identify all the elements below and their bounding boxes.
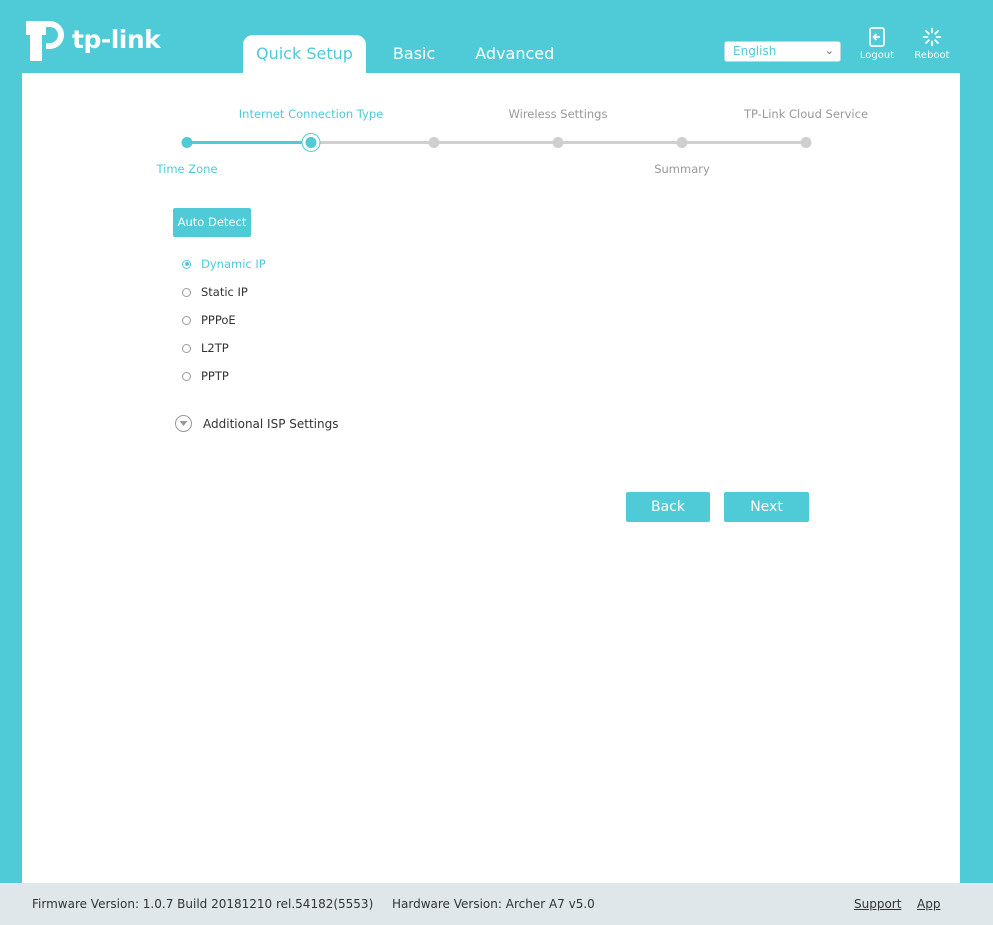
step-dot-wireless-settings — [428, 137, 440, 148]
firmware-version: Firmware Version: 1.0.7 Build 20181210 r… — [32, 897, 374, 911]
reboot-button[interactable]: Reboot — [912, 26, 952, 61]
step-label-internet-connection-type: Internet Connection Type — [238, 107, 384, 121]
radio-indicator — [182, 315, 191, 325]
step-label-time-zone: Time Zone — [156, 162, 218, 176]
step-label-wireless-settings: Wireless Settings — [508, 107, 608, 121]
radio-pppoe[interactable]: PPPoE — [182, 306, 266, 334]
setup-progress: Time Zone Internet Connection Type Wirel… — [22, 73, 960, 193]
tab-quick-setup[interactable]: Quick Setup — [243, 35, 366, 73]
language-selected-value: English — [733, 44, 777, 58]
radio-indicator — [182, 287, 191, 297]
radio-indicator — [182, 371, 191, 381]
radio-static-ip[interactable]: Static IP — [182, 278, 266, 306]
brand-name: tp-link — [72, 24, 161, 54]
footer: Firmware Version: 1.0.7 Build 20181210 r… — [0, 883, 993, 925]
additional-isp-settings-toggle[interactable]: Additional ISP Settings — [175, 415, 338, 432]
step-dot-summary — [676, 137, 688, 148]
additional-isp-settings-label: Additional ISP Settings — [203, 416, 339, 431]
reboot-icon — [912, 26, 952, 48]
tp-link-logo: tp-link — [22, 15, 161, 63]
tp-link-logo-icon — [26, 21, 64, 61]
tab-advanced[interactable]: Advanced — [462, 35, 567, 73]
next-button[interactable]: Next — [724, 492, 809, 522]
radio-dynamic-ip[interactable]: Dynamic IP — [182, 250, 266, 278]
logout-icon — [857, 26, 897, 48]
reboot-label: Reboot — [914, 50, 950, 61]
radio-indicator — [182, 259, 191, 269]
progress-track-done — [187, 141, 311, 144]
logout-label: Logout — [859, 50, 895, 61]
logout-button[interactable]: Logout — [857, 26, 897, 61]
radio-label: L2TP — [201, 341, 229, 355]
step-dot-cloud-service — [800, 137, 812, 148]
connection-type-options: Dynamic IP Static IP PPPoE L2TP PPTP — [182, 250, 266, 390]
radio-label: Static IP — [201, 285, 248, 299]
radio-label: Dynamic IP — [201, 257, 266, 271]
support-link[interactable]: Support — [854, 897, 901, 911]
radio-label: PPPoE — [201, 313, 236, 327]
step-label-cloud-service: TP-Link Cloud Service — [743, 107, 869, 121]
step-dot-internet-connection-type — [302, 134, 320, 151]
chevron-down-icon: ⌄ — [824, 44, 834, 57]
auto-detect-button[interactable]: Auto Detect — [173, 208, 251, 237]
radio-label: PPTP — [201, 369, 229, 383]
step-dot-time-zone — [181, 137, 193, 148]
main-tabs: Quick Setup Basic Advanced — [243, 35, 581, 73]
chevron-down-circle-icon — [175, 415, 192, 432]
radio-pptp[interactable]: PPTP — [182, 362, 266, 390]
app-link[interactable]: App — [917, 897, 940, 911]
back-button[interactable]: Back — [626, 492, 710, 522]
quick-setup-panel: Time Zone Internet Connection Type Wirel… — [22, 73, 960, 883]
radio-indicator — [182, 343, 191, 353]
tab-basic[interactable]: Basic — [380, 35, 448, 73]
hardware-version: Hardware Version: Archer A7 v5.0 — [392, 897, 595, 911]
radio-l2tp[interactable]: L2TP — [182, 334, 266, 362]
language-select[interactable]: English ⌄ — [724, 41, 841, 62]
step-dot-4 — [552, 137, 564, 148]
step-label-summary: Summary — [654, 162, 710, 176]
